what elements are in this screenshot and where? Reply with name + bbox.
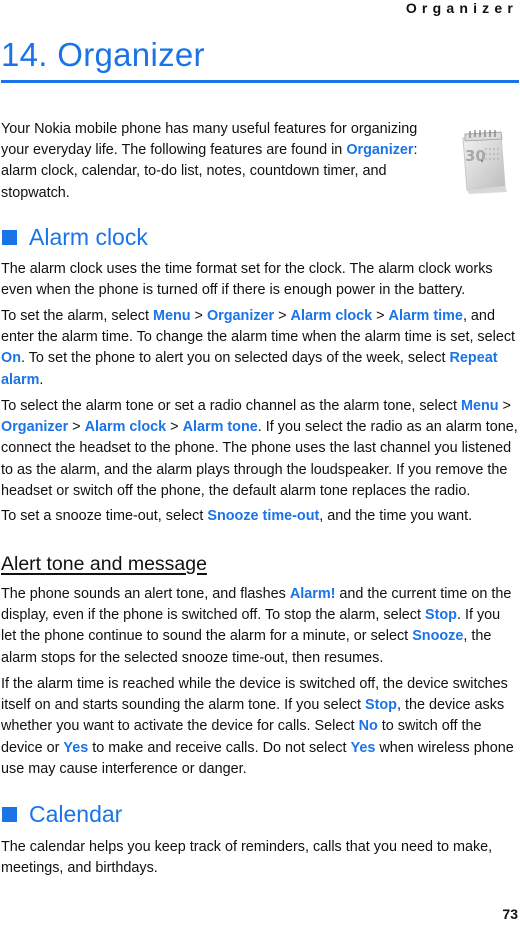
menu-term: Alarm clock: [84, 419, 167, 436]
calendar-paragraph-1: The calendar helps you keep track of rem…: [1, 839, 493, 877]
menu-term: Alarm clock: [290, 308, 373, 324]
menu-term: No: [358, 718, 378, 735]
separator: >: [498, 398, 511, 414]
text: . To set the phone to alert you on selec…: [20, 350, 450, 367]
menu-term: Alarm!: [289, 586, 336, 602]
menu-term: Menu: [460, 398, 499, 414]
alarm-clock-paragraph-3: To select the alarm tone or set a radio …: [1, 396, 519, 502]
menu-term: Alarm time: [388, 308, 463, 324]
alarm-clock-paragraph-1: The alarm clock uses the time format set…: [1, 261, 493, 299]
alert-tone-paragraph-1: The phone sounds an alert tone, and flas…: [1, 584, 519, 669]
separator: >: [190, 308, 207, 324]
text: To select the alarm tone or set a radio …: [1, 398, 461, 414]
menu-term: Organizer: [1, 419, 69, 436]
menu-term: Yes: [63, 739, 89, 756]
separator: >: [274, 308, 291, 324]
menu-term: On: [1, 350, 21, 367]
alarm-clock-paragraph-2: To set the alarm, select Menu > Organize…: [1, 306, 519, 391]
text: , and the time you want.: [319, 508, 473, 524]
separator: >: [166, 419, 183, 436]
menu-term: Yes: [350, 739, 376, 756]
menu-term: Organizer: [206, 308, 275, 324]
menu-term: Menu: [152, 308, 191, 324]
menu-term: Stop: [364, 697, 397, 714]
section-bullet-icon: [2, 230, 17, 245]
running-header: Organizer: [405, 0, 518, 16]
chapter-divider: [1, 80, 519, 83]
menu-term: Organizer: [346, 142, 414, 159]
section-title-alarm-clock: Alarm clock: [1, 224, 148, 251]
alarm-clock-paragraph-4: To set a snooze time-out, select Snooze …: [1, 506, 519, 527]
text: The phone sounds an alert tone, and flas…: [1, 586, 290, 602]
chapter-title: 14. Organizer: [1, 36, 205, 73]
section-title-calendar: Calendar: [1, 801, 122, 828]
text: to make and receive calls. Do not select: [88, 739, 351, 756]
alert-tone-paragraph-2: If the alarm time is reached while the d…: [1, 674, 519, 780]
menu-term: Snooze time-out: [207, 508, 320, 524]
section-bullet-icon: [2, 807, 17, 822]
intro-paragraph: Your Nokia mobile phone has many useful …: [1, 119, 426, 204]
svg-text:30: 30: [465, 147, 486, 165]
subsection-title-alert-tone: Alert tone and message: [1, 553, 207, 575]
text: To set the alarm, select: [1, 308, 153, 324]
menu-term: Stop: [424, 607, 457, 624]
text: To set a snooze time-out, select: [1, 508, 208, 524]
separator: >: [372, 308, 389, 324]
menu-term: Alarm tone: [182, 419, 258, 436]
section-title-text: Calendar: [29, 801, 123, 827]
section-title-text: Alarm clock: [29, 224, 148, 250]
calendar-icon: 30: [462, 130, 507, 194]
menu-term: Snooze: [412, 628, 464, 645]
text: .: [39, 371, 44, 388]
separator: >: [68, 419, 85, 436]
page-number: 73: [502, 906, 518, 922]
